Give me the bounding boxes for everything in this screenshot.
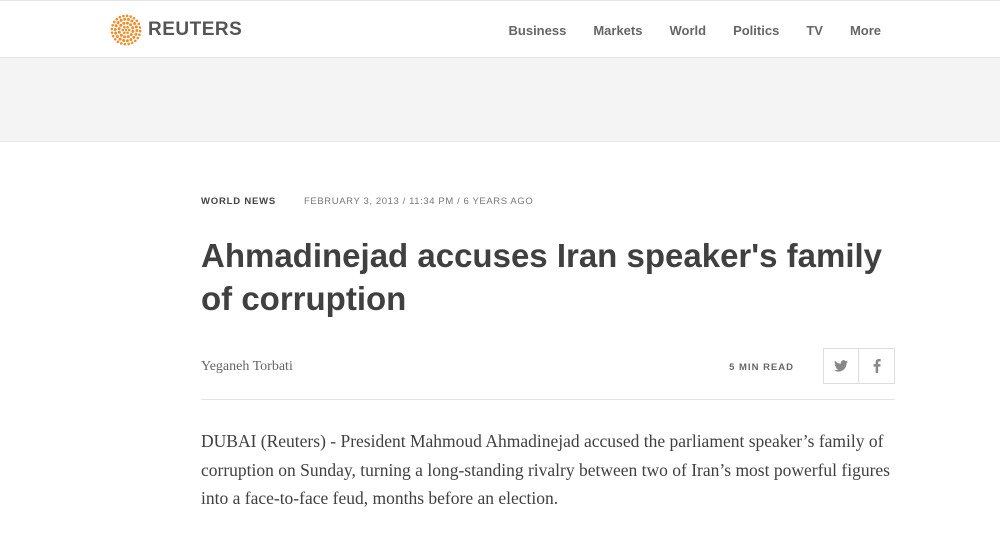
article-headline: Ahmadinejad accuses Iran speaker's famil… — [201, 237, 883, 317]
nav-item-business[interactable]: Business — [509, 23, 567, 38]
article-lead-paragraph: DUBAI (Reuters) - President Mahmoud Ahma… — [201, 431, 890, 508]
nav-item-markets[interactable]: Markets — [593, 23, 642, 38]
nav-item-tv[interactable]: TV — [806, 23, 823, 38]
divider — [201, 399, 895, 400]
facebook-share-button[interactable] — [859, 348, 895, 384]
nav-item-more[interactable]: More — [850, 23, 881, 38]
reuters-logo[interactable]: REUTERS — [110, 14, 242, 46]
twitter-icon — [834, 360, 848, 372]
dateline: FEBRUARY 3, 2013 / 11:34 PM / 6 YEARS AG… — [304, 196, 534, 207]
main-nav: Business Markets World Politics TV More — [482, 1, 881, 59]
nav-item-politics[interactable]: Politics — [733, 23, 779, 38]
byline-row: Yeganeh Torbati 5 MIN READ — [201, 348, 895, 386]
facebook-icon — [873, 359, 881, 373]
nav-item-world[interactable]: World — [669, 23, 706, 38]
ad-banner-placeholder — [0, 58, 1000, 142]
article-meta: WORLD NEWS FEBRUARY 3, 2013 / 11:34 PM /… — [201, 196, 533, 207]
reuters-dots-logo-icon — [110, 14, 142, 46]
top-navigation-bar: REUTERS Business Markets World Politics … — [0, 0, 1000, 58]
twitter-share-button[interactable] — [823, 348, 859, 384]
share-buttons — [823, 348, 895, 384]
author-name[interactable]: Yeganeh Torbati — [201, 359, 293, 375]
read-time: 5 MIN READ — [729, 362, 794, 373]
brand-name: REUTERS — [148, 19, 243, 40]
section-label[interactable]: WORLD NEWS — [201, 196, 276, 207]
